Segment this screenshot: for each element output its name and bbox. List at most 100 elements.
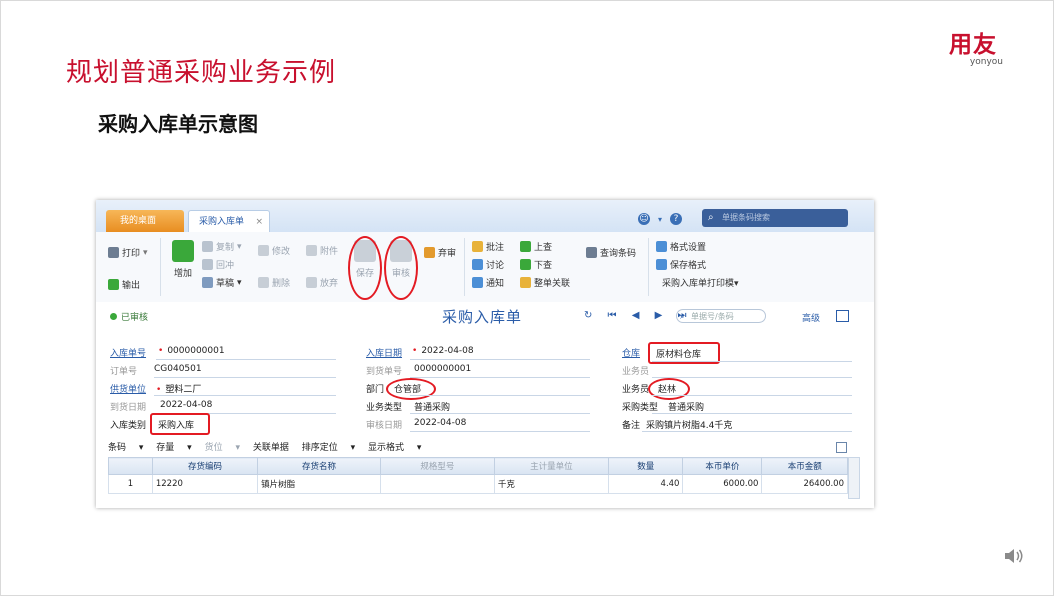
biz-type-label: 业务类型 [366,403,403,413]
table-header[interactable]: 存货名称 [257,457,381,475]
abandon-icon [306,277,317,288]
stock-button[interactable]: 存量 ▾ [156,443,191,453]
cell-amount[interactable]: 26400.00 [761,474,848,494]
abandon-button[interactable]: 放弃 [306,276,338,289]
field-underline [154,395,336,396]
print-template-label: 采购入库单打印模▾ [662,279,739,289]
vertical-scrollbar[interactable] [848,457,860,499]
expand-icon[interactable] [836,442,847,453]
display-format-button[interactable]: 显示格式 ▾ [368,443,421,453]
tab-purchase-receipt[interactable]: 采购入库单 × [188,210,270,232]
print-button[interactable]: 打印 ▾ [108,246,148,259]
arrival-date-field[interactable]: 2022-04-08 [160,400,212,410]
back-button[interactable]: 回冲 [202,258,234,271]
audit-date-label: 审核日期 [366,421,403,431]
tab-my-desktop[interactable]: 我的桌面 [106,210,184,232]
table-header[interactable]: 存货编码 [151,457,259,475]
barcode-search-input[interactable]: ⌕ 单据条码搜索 [702,209,848,227]
attach-button[interactable]: 附件 [306,244,338,257]
biz-type-field[interactable]: 普通采购 [414,400,450,413]
barcode-button[interactable]: 条码 ▾ [108,443,143,453]
related-docs-button[interactable]: 关联单据 [253,443,289,453]
table-header[interactable]: 规格型号 [379,457,495,475]
save-highlight [348,236,382,300]
table-header-rowno [108,457,153,475]
query-up-button[interactable]: 上查 [520,240,552,253]
warehouse-label: 仓库 [622,349,641,359]
arrival-no-field[interactable]: 0000000001 [414,364,471,374]
table-header[interactable]: 本币单价 [682,457,763,475]
cell-quantity[interactable]: 4.40 [607,474,684,494]
location-button[interactable]: 货位 ▾ [205,443,240,453]
modify-button[interactable]: 修改 [258,244,290,257]
field-underline [410,359,590,360]
link-icon [520,277,531,288]
receipt-date-value: 2022-04-08 [421,346,474,356]
toolbar-divider [648,238,649,296]
query-down-icon [520,259,531,270]
discuss-button[interactable]: 讨论 [472,258,504,271]
field-underline [410,431,590,432]
yonyou-logo: 用友 yonyou [943,33,1003,67]
discuss-label: 讨论 [486,261,505,271]
table-header[interactable]: 主计量单位 [493,457,609,475]
salesperson-highlight [648,378,690,400]
approve-button[interactable]: 批注 [472,240,504,253]
cell-unit[interactable]: 千克 [493,474,609,494]
audit-date-field[interactable]: 2022-04-08 [414,418,466,428]
copy-button[interactable]: 复制 ▾ [202,240,242,253]
smiley-icon[interactable]: ☺ [638,213,650,225]
print-label: 打印 [122,249,141,259]
help-icon[interactable]: ? [670,213,683,225]
receipt-date-field[interactable]: • 2022-04-08 [410,346,474,356]
receipt-type-label: 入库类别 [110,421,147,431]
format-settings-button[interactable]: 格式设置 [656,240,706,253]
link-all-button[interactable]: 整单关联 [520,276,570,289]
cell-unit-price[interactable]: 6000.00 [682,474,763,494]
receipt-no-field[interactable]: • 0000000001 [156,346,225,356]
close-icon[interactable]: × [255,211,263,233]
query-barcode-button[interactable]: 查询条码 [586,246,636,259]
field-underline [642,431,852,432]
supplier-field[interactable]: • 塑料二厂 [154,382,201,395]
cell-item-code[interactable]: 12220 [151,474,259,494]
discard-audit-icon [424,247,435,258]
order-no-field[interactable]: CG040501 [154,364,202,374]
export-button[interactable]: 输出 [108,278,140,291]
draft-icon [202,277,213,288]
speaker-icon[interactable] [1002,544,1026,568]
sort-locate-button[interactable]: 排序定位 ▾ [302,443,355,453]
export-label: 输出 [122,281,141,291]
search-placeholder: 单据条码搜索 [722,213,770,222]
discard-audit-button[interactable]: 弃审 [424,246,456,259]
add-label: 增加 [173,269,192,279]
query-down-button[interactable]: 下查 [520,258,552,271]
comment-icon [472,241,483,252]
delete-button[interactable]: 删除 [258,276,290,289]
cell-spec[interactable] [379,474,495,494]
cell-item-name[interactable]: 镇片树脂 [257,474,381,494]
save-format-button[interactable]: 保存格式 [656,258,706,271]
print-template-select[interactable]: 采购入库单打印模▾ [662,276,739,289]
purchase-type-field[interactable]: 普通采购 [668,400,704,413]
table-row[interactable]: 1 12220 镇片树脂 千克 4.40 6000.00 26400.00 [108,474,848,494]
discuss-icon [472,259,483,270]
notify-button[interactable]: 通知 [472,276,504,289]
document-search-input[interactable]: ⌕ 单据号/条码 [676,309,766,323]
remark-field[interactable]: 采购镇片树脂4.4千克 [646,418,732,431]
table-header[interactable]: 本币金额 [761,457,848,475]
slide-subtitle: 采购入库单示意图 [98,112,258,136]
approved-status-icon [110,313,117,320]
field-underline [410,413,590,414]
chevron-down-icon[interactable]: ▾ [658,215,662,224]
table-header-row: 存货编码 存货名称 规格型号 主计量单位 数量 本币单价 本币金额 [108,457,848,475]
add-button[interactable]: 增加 [170,240,196,279]
advanced-search-link[interactable]: 高级 [802,311,820,324]
save-format-label: 保存格式 [670,261,707,271]
toolbar: 打印 ▾ 输出 增加 复制 ▾ 回冲 草稿 ▾ 修改 删除 附件 放弃 保存 审… [96,232,874,303]
row-number: 1 [108,474,153,494]
table-header[interactable]: 数量 [607,457,684,475]
field-underline [652,413,852,414]
draft-button[interactable]: 草稿 ▾ [202,276,242,289]
layout-icon[interactable] [836,310,849,322]
